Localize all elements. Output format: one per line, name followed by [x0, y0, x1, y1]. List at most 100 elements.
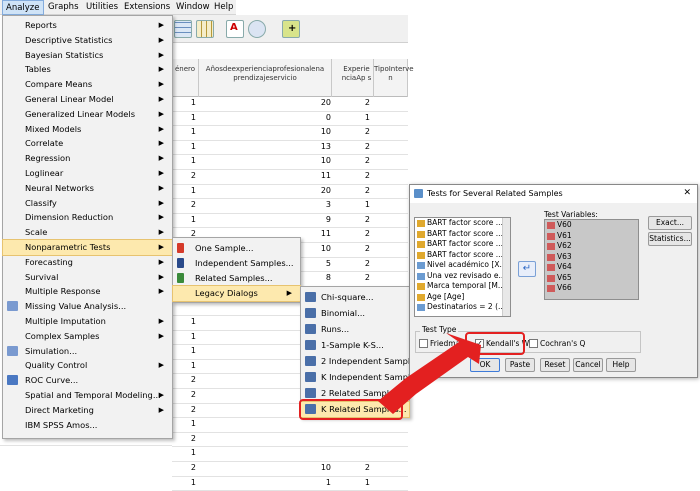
test-variable-item[interactable]: V60 — [545, 220, 638, 231]
table-cell[interactable]: 3 — [326, 200, 331, 209]
table-cell[interactable]: 1 — [191, 419, 196, 428]
table-cell[interactable]: 2 — [191, 434, 196, 443]
table-cell[interactable]: 2 — [365, 273, 370, 282]
table-cell[interactable]: 2 — [191, 463, 196, 472]
menu-item-one-sample[interactable]: One Sample... — [173, 241, 300, 256]
table-cell[interactable]: 0 — [326, 113, 331, 122]
menu-item-generalized-linear-models[interactable]: Generalized Linear Models ▶ — [3, 107, 172, 122]
menu-item-multiple-imputation[interactable]: Multiple Imputation ▶ — [3, 314, 172, 329]
column-header-genero[interactable]: énero — [172, 59, 199, 97]
test-variables-list[interactable]: V60 V61 V62 V63 V64 V65 V66 — [544, 219, 639, 300]
source-variable-item[interactable]: Marca temporal [M... — [415, 281, 510, 292]
table-cell[interactable]: 10 — [321, 463, 331, 472]
table-cell[interactable]: 2 — [365, 171, 370, 180]
menu-item-spatial-and-temporal-modeling[interactable]: Spatial and Temporal Modeling... ▶ — [3, 388, 172, 403]
menu-item-mixed-models[interactable]: Mixed Models ▶ — [3, 122, 172, 137]
menu-item-binomial[interactable]: Binomial... — [301, 306, 409, 321]
menu-help[interactable]: Help — [214, 2, 233, 12]
menu-item-neural-networks[interactable]: Neural Networks ▶ — [3, 181, 172, 196]
reset-button[interactable]: Reset — [540, 358, 570, 372]
table-cell[interactable]: 8 — [326, 273, 331, 282]
test-variable-item[interactable]: V66 — [545, 283, 638, 294]
paste-button[interactable]: Paste — [505, 358, 535, 372]
menu-item-k-independent-samples[interactable]: K Independent Samples... — [301, 370, 428, 385]
table-cell[interactable]: 1 — [365, 478, 370, 487]
source-variable-item[interactable]: BART factor score ... — [415, 229, 510, 240]
table-cell[interactable]: 1 — [191, 361, 196, 370]
add-icon[interactable]: + — [282, 20, 300, 38]
menu-analyze[interactable]: Analyze — [2, 0, 44, 15]
table-cell[interactable]: 2 — [365, 244, 370, 253]
table-cell[interactable]: 1 — [191, 127, 196, 136]
table-cell[interactable]: 2 — [191, 405, 196, 414]
source-variable-item[interactable]: Age [Age] — [415, 292, 510, 303]
table-cell[interactable]: 10 — [321, 244, 331, 253]
weight-cases-icon[interactable]: A — [226, 20, 244, 38]
menu-item-direct-marketing[interactable]: Direct Marketing ▶ — [3, 403, 172, 418]
statistics-button[interactable]: Statistics... — [648, 232, 692, 246]
table-cell[interactable]: 5 — [326, 259, 331, 268]
table-cell[interactable]: 1 — [191, 478, 196, 487]
table-cell[interactable]: 2 — [365, 127, 370, 136]
source-variable-item[interactable]: Una vez revisado e... — [415, 271, 510, 282]
circles-icon[interactable] — [248, 20, 266, 38]
menu-item-bayesian-statistics[interactable]: Bayesian Statistics ▶ — [3, 48, 172, 63]
menu-item-chi-square[interactable]: Chi-square... — [301, 290, 409, 305]
table-cell[interactable]: 13 — [321, 142, 331, 151]
scrollbar[interactable] — [502, 218, 510, 316]
test-variable-item[interactable]: V65 — [545, 273, 638, 284]
table-cell[interactable]: 2 — [365, 463, 370, 472]
table-cell[interactable]: 11 — [321, 229, 331, 238]
menu-item-related-samples[interactable]: Related Samples... — [173, 271, 300, 286]
menu-item-1-sample-k-s[interactable]: 1-Sample K-S... — [301, 338, 409, 353]
menu-item-runs[interactable]: Runs... — [301, 322, 409, 337]
table-cell[interactable]: 2 — [191, 200, 196, 209]
table-cell[interactable]: 1 — [191, 346, 196, 355]
cochran-checkbox[interactable] — [529, 339, 538, 348]
menu-item-nonparametric-tests[interactable]: Nonparametric Tests ▶ — [2, 239, 173, 256]
table-view-icon[interactable] — [196, 20, 214, 38]
test-variable-item[interactable]: V61 — [545, 231, 638, 242]
test-variable-item[interactable]: V63 — [545, 252, 638, 263]
column-header-tipo[interactable]: TipoInterve n — [374, 59, 414, 97]
menu-item-2-independent-samples[interactable]: 2 Independent Samples... — [301, 354, 428, 369]
table-cell[interactable]: 1 — [191, 142, 196, 151]
table-cell[interactable]: 1 — [191, 98, 196, 107]
cancel-button[interactable]: Cancel — [573, 358, 603, 372]
table-cell[interactable]: 1 — [191, 113, 196, 122]
table-cell[interactable]: 1 — [191, 156, 196, 165]
menu-item-roc-curve[interactable]: ROC Curve... — [3, 373, 172, 388]
source-variable-item[interactable]: BART factor score ... — [415, 250, 510, 261]
menu-item-compare-means[interactable]: Compare Means ▶ — [3, 77, 172, 92]
menu-item-regression[interactable]: Regression ▶ — [3, 151, 172, 166]
table-cell[interactable]: 10 — [321, 156, 331, 165]
menu-item-forecasting[interactable]: Forecasting ▶ — [3, 255, 172, 270]
menu-item-complex-samples[interactable]: Complex Samples ▶ — [3, 329, 172, 344]
table-cell[interactable]: 2 — [191, 390, 196, 399]
table-cell[interactable]: 1 — [191, 448, 196, 457]
table-cell[interactable]: 2 — [365, 186, 370, 195]
menu-item-survival[interactable]: Survival ▶ — [3, 270, 172, 285]
table-cell[interactable]: 9 — [326, 215, 331, 224]
source-variable-item[interactable]: Nivel académico [X... — [415, 260, 510, 271]
source-variable-item[interactable]: Destinatarios = 2 (... — [415, 302, 510, 313]
table-cell[interactable]: 11 — [321, 171, 331, 180]
menu-item-independent-samples[interactable]: Independent Samples... — [173, 256, 300, 271]
table-cell[interactable]: 20 — [321, 98, 331, 107]
table-cell[interactable]: 1 — [365, 113, 370, 122]
table-cell[interactable]: 2 — [365, 156, 370, 165]
table-cell[interactable]: 2 — [191, 375, 196, 384]
table-cell[interactable]: 10 — [321, 127, 331, 136]
menu-item-simulation[interactable]: Simulation... — [3, 344, 172, 359]
menu-graphs[interactable]: Graphs — [48, 2, 79, 12]
friedman-checkbox[interactable] — [419, 339, 428, 348]
table-cell[interactable]: 2 — [365, 98, 370, 107]
menu-item-missing-value-analysis[interactable]: Missing Value Analysis... — [3, 299, 172, 314]
menu-extensions[interactable]: Extensions — [124, 2, 170, 12]
menu-item-correlate[interactable]: Correlate ▶ — [3, 136, 172, 151]
move-variable-button[interactable]: ↵ — [518, 261, 536, 277]
table-cell[interactable]: 2 — [365, 259, 370, 268]
test-variable-item[interactable]: V64 — [545, 262, 638, 273]
table-cell[interactable]: 1 — [191, 317, 196, 326]
menu-item-legacy-dialogs[interactable]: Legacy Dialogs ▶ — [172, 285, 301, 302]
